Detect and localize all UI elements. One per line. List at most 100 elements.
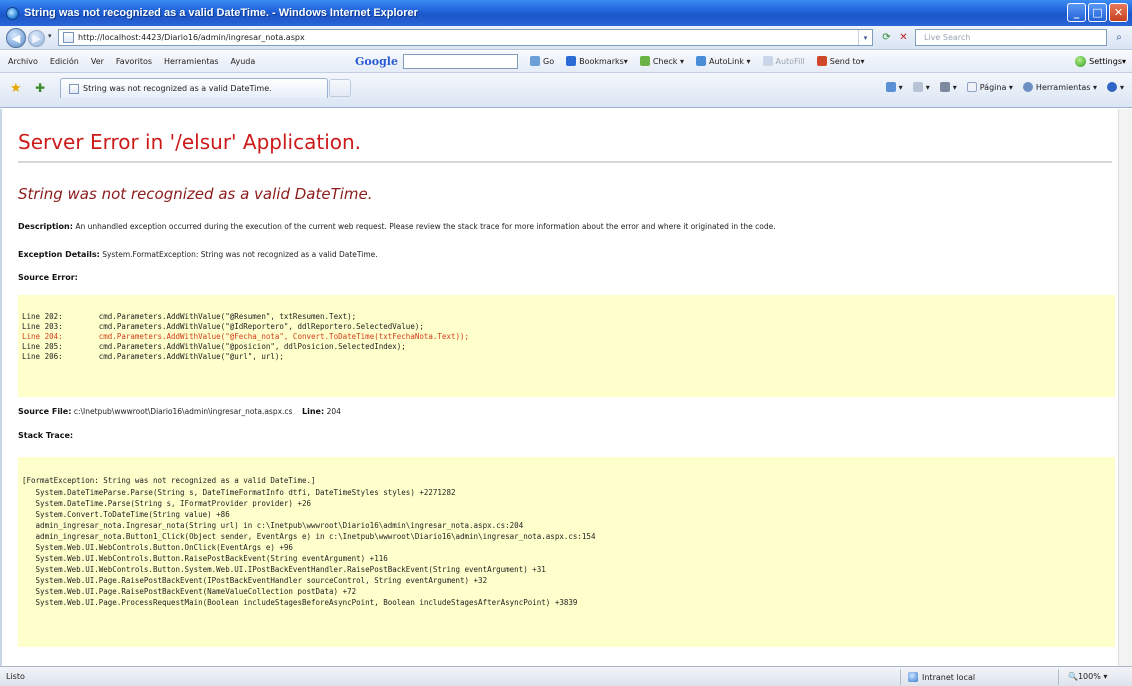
- page-menu-icon: [966, 82, 977, 92]
- search-icon[interactable]: ⌕: [1111, 30, 1127, 45]
- zoom-control[interactable]: 🔍100% ▾: [1068, 672, 1107, 681]
- page-menu-button[interactable]: Página ▾: [966, 82, 1013, 92]
- autofill-button[interactable]: AutoFill: [762, 56, 805, 66]
- autolink-icon: [695, 56, 706, 66]
- maximize-button[interactable]: □: [1088, 3, 1107, 22]
- google-logo: Google: [355, 55, 398, 68]
- exception-label: Exception Details:: [18, 250, 100, 259]
- line-number: 204: [326, 407, 341, 416]
- security-zone[interactable]: Intranet local: [908, 672, 975, 682]
- check-button[interactable]: Check ▾: [639, 56, 684, 66]
- source-file-path: c:\Inetpub\wwwroot\Diario16\admin\ingres…: [73, 407, 293, 416]
- description-label: Description:: [18, 222, 73, 231]
- tab-current[interactable]: String was not recognized as a valid Dat…: [60, 78, 328, 98]
- search-input[interactable]: Live Search: [915, 29, 1107, 46]
- source-file-label: Source File:: [18, 407, 72, 416]
- window-titlebar[interactable]: String was not recognized as a valid Dat…: [0, 0, 1132, 26]
- star-icon: [566, 56, 577, 66]
- stack-line: System.DateTime.Parse(String s, IFormatP…: [22, 499, 311, 508]
- print-button[interactable]: ▾: [939, 82, 957, 92]
- intranet-icon: [908, 672, 918, 682]
- menu-tools[interactable]: Herramientas: [164, 57, 219, 66]
- menu-items: Archivo Edición Ver Favoritos Herramient…: [8, 57, 267, 66]
- menu-view[interactable]: Ver: [91, 57, 104, 66]
- source-line: Line 202: cmd.Parameters.AddWithValue("@…: [22, 312, 357, 321]
- vertical-scrollbar[interactable]: [1118, 109, 1132, 666]
- window-controls: _ □ ✕: [1067, 3, 1128, 22]
- add-favorite-icon[interactable]: ✚: [35, 81, 45, 95]
- menu-help[interactable]: Ayuda: [231, 57, 256, 66]
- favorites-star-icon[interactable]: ★: [10, 81, 22, 96]
- status-text: Listo: [6, 672, 25, 681]
- exception-row: Exception Details: System.FormatExceptio…: [18, 250, 378, 259]
- stack-line: System.DateTimeParse.Parse(String s, Dat…: [22, 488, 456, 497]
- home-icon: [885, 82, 896, 92]
- stop-icon[interactable]: ✕: [897, 31, 910, 44]
- tools-menu-button[interactable]: Herramientas ▾: [1022, 82, 1097, 92]
- autolink-button[interactable]: AutoLink ▾: [695, 56, 751, 66]
- line-label: Line:: [302, 407, 325, 416]
- source-error-label: Source Error:: [18, 273, 78, 282]
- tab-label: String was not recognized as a valid Dat…: [83, 84, 272, 93]
- source-line: Line 205: cmd.Parameters.AddWithValue("@…: [22, 342, 406, 351]
- print-icon: [939, 82, 950, 92]
- description-row: Description: An unhandled exception occu…: [18, 222, 776, 231]
- sendto-button[interactable]: Send to▾: [816, 56, 865, 66]
- source-line-error: Line 204: cmd.Parameters.AddWithValue("@…: [22, 332, 470, 341]
- refresh-icon[interactable]: ⟳: [880, 31, 893, 44]
- menu-file[interactable]: Archivo: [8, 57, 38, 66]
- page-content[interactable]: Server Error in '/elsur' Application. St…: [0, 109, 1132, 666]
- stack-line: [FormatException: String was not recogni…: [22, 476, 316, 485]
- source-line: Line 206: cmd.Parameters.AddWithValue("@…: [22, 352, 284, 361]
- source-line: Line 203: cmd.Parameters.AddWithValue("@…: [22, 322, 424, 331]
- internet-explorer-icon: [6, 6, 19, 20]
- stack-line: System.Web.UI.Page.RaisePostBackEvent(Na…: [22, 587, 357, 596]
- menu-bar: Archivo Edición Ver Favoritos Herramient…: [0, 51, 1132, 73]
- google-toolbar: Google: [355, 54, 518, 69]
- heading-divider: [18, 161, 1112, 163]
- stack-line: System.Web.UI.Page.ProcessRequestMain(Bo…: [22, 598, 578, 607]
- new-tab-button[interactable]: [329, 79, 351, 97]
- stack-line: System.Web.UI.Page.RaisePostBackEvent(IP…: [22, 576, 488, 585]
- address-field[interactable]: http://localhost:4423/Diario16/admin/ing…: [58, 29, 873, 46]
- stack-line: System.Web.UI.WebControls.Button.System.…: [22, 565, 546, 574]
- sendto-icon: [816, 56, 827, 66]
- close-button[interactable]: ✕: [1109, 3, 1128, 22]
- tools-icon: [1022, 82, 1033, 92]
- menu-favorites[interactable]: Favoritos: [116, 57, 152, 66]
- stack-line: System.Web.UI.WebControls.Button.OnClick…: [22, 543, 293, 552]
- tab-bar: ★ ✚ String was not recognized as a valid…: [0, 73, 1132, 108]
- feeds-button[interactable]: ▾: [912, 82, 930, 92]
- google-go-button[interactable]: Go: [530, 56, 554, 66]
- description-text: An unhandled exception occurred during t…: [75, 222, 776, 231]
- status-divider: [1058, 669, 1059, 685]
- stack-line: admin_ingresar_nota.Ingresar_nota(String…: [22, 521, 524, 530]
- menu-edit[interactable]: Edición: [50, 57, 79, 66]
- stack-trace-label: Stack Trace:: [18, 431, 74, 440]
- page-icon: [69, 83, 79, 94]
- minimize-button[interactable]: _: [1067, 3, 1086, 22]
- command-bar: ▾ ▾ ▾ Página ▾ Herramientas ▾ ▾: [876, 82, 1124, 92]
- bookmarks-button[interactable]: Bookmarks▾: [566, 56, 628, 66]
- server-error-heading: Server Error in '/elsur' Application.: [18, 130, 362, 154]
- error-title: String was not recognized as a valid Dat…: [18, 185, 373, 203]
- exception-text: System.FormatException: String was not r…: [102, 250, 378, 259]
- help-icon: [1106, 82, 1117, 92]
- history-dropdown-icon[interactable]: ▾: [48, 32, 52, 40]
- source-code-box: Line 202: cmd.Parameters.AddWithValue("@…: [18, 295, 1115, 397]
- forward-button[interactable]: ▶: [28, 30, 45, 47]
- stack-trace-box: [FormatException: String was not recogni…: [18, 457, 1115, 647]
- stack-line: System.Convert.ToDateTime(String value) …: [22, 510, 230, 519]
- help-button[interactable]: ▾: [1106, 82, 1124, 92]
- page-icon: [63, 32, 74, 43]
- stack-line: System.Web.UI.WebControls.Button.RaisePo…: [22, 554, 388, 563]
- stack-trace-row: Stack Trace:: [18, 431, 73, 440]
- address-dropdown-icon[interactable]: ▾: [858, 30, 872, 45]
- back-button[interactable]: ◀: [6, 28, 26, 48]
- google-search-input[interactable]: [402, 54, 518, 69]
- status-bar: Listo Intranet local 🔍100% ▾: [0, 666, 1132, 686]
- stack-line: admin_ingresar_nota.Button1_Click(Object…: [22, 532, 596, 541]
- address-url: http://localhost:4423/Diario16/admin/ing…: [78, 33, 305, 42]
- home-button[interactable]: ▾: [885, 82, 903, 92]
- settings-button[interactable]: Settings▾: [1075, 56, 1126, 67]
